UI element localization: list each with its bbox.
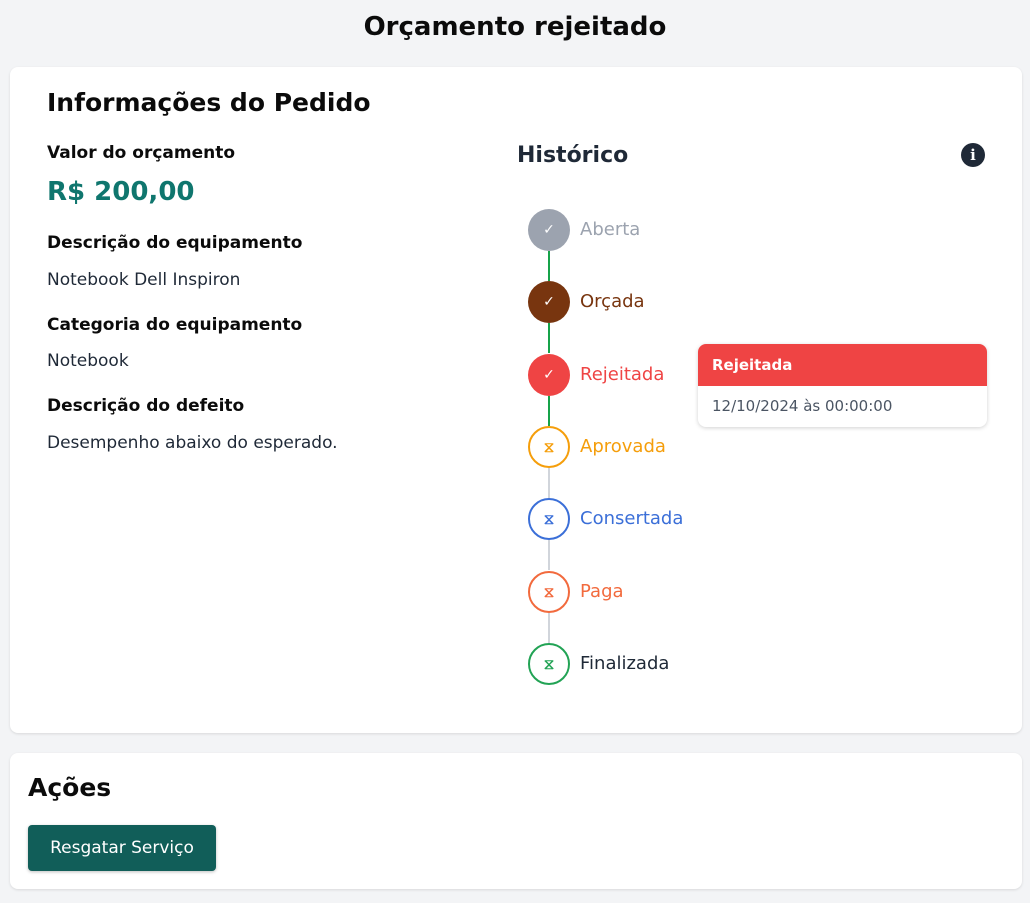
timeline-connector [548, 540, 550, 570]
actions-title: Ações [28, 773, 112, 802]
status-tooltip: Rejeitada 12/10/2024 às 00:00:00 [698, 344, 987, 427]
defect-description-value: Desempenho abaixo do esperado. [47, 433, 338, 453]
defect-description-label: Descrição do defeito [47, 396, 245, 416]
equipment-description-value: Notebook Dell Inspiron [47, 270, 241, 290]
step-finalizada-circle: ⧖ [528, 643, 570, 685]
step-rejeitada-label: Rejeitada [580, 364, 665, 385]
step-aprovada-circle: ⧖ [528, 426, 570, 468]
info-icon[interactable]: i [961, 143, 985, 167]
step-consertada-label: Consertada [580, 508, 684, 529]
step-paga-circle: ⧖ [528, 571, 570, 613]
timeline-connector [548, 468, 550, 498]
page-title: Orçamento rejeitado [363, 12, 667, 42]
equipment-description-label: Descrição do equipamento [47, 233, 303, 253]
budget-value: R$ 200,00 [47, 177, 195, 207]
step-paga-label: Paga [580, 581, 624, 602]
timeline-connector [548, 251, 550, 281]
hourglass-icon: ⧖ [543, 655, 555, 673]
equipment-category-value: Notebook [47, 351, 129, 371]
check-icon: ✓ [543, 294, 555, 310]
step-finalizada-label: Finalizada [580, 653, 670, 674]
step-consertada-circle: ⧖ [528, 498, 570, 540]
history-title: Histórico [517, 143, 629, 168]
tooltip-title: Rejeitada [698, 344, 987, 386]
hourglass-icon: ⧖ [543, 583, 555, 601]
step-orçada-circle: ✓ [528, 281, 570, 323]
hourglass-icon: ⧖ [543, 510, 555, 528]
tooltip-date: 12/10/2024 às 00:00:00 [712, 397, 893, 415]
hourglass-icon: ⧖ [543, 438, 555, 456]
step-aprovada-label: Aprovada [580, 436, 666, 457]
equipment-category-label: Categoria do equipamento [47, 315, 303, 335]
timeline-connector [548, 613, 550, 643]
order-info-title: Informações do Pedido [47, 88, 371, 117]
step-aberta-label: Aberta [580, 219, 641, 240]
check-icon: ✓ [543, 222, 555, 238]
check-icon: ✓ [543, 367, 555, 383]
step-aberta-circle: ✓ [528, 209, 570, 251]
timeline-connector [548, 323, 550, 353]
step-orçada-label: Orçada [580, 291, 645, 312]
rescue-service-button[interactable]: Resgatar Serviço [28, 825, 216, 871]
order-info-card: Informações do Pedido Valor do orçamento… [10, 67, 1022, 733]
timeline-connector [548, 396, 550, 426]
budget-value-label: Valor do orçamento [47, 143, 236, 163]
step-rejeitada-circle: ✓ [528, 354, 570, 396]
actions-card: Ações Resgatar Serviço [10, 753, 1022, 889]
